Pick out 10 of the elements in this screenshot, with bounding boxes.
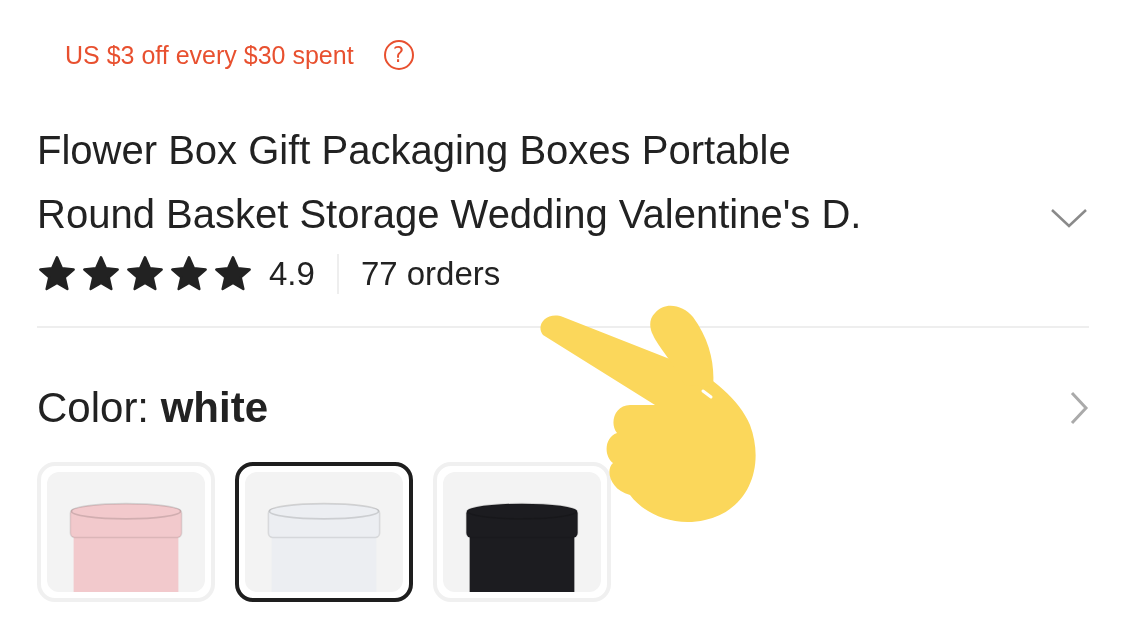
product-title: Flower Box Gift Packaging Boxes Portable xyxy=(37,127,792,174)
rating-score: 4.9 xyxy=(269,255,315,293)
chevron-right-icon[interactable] xyxy=(1069,390,1089,426)
product-title: Round Basket Storage Wedding Valentine's D. xyxy=(37,191,863,238)
promo-text: US $3 off every $30 spent xyxy=(65,40,354,70)
chevron-down-icon[interactable] xyxy=(1049,206,1089,230)
help-icon[interactable]: ? xyxy=(383,40,414,70)
orders-count: 77 orders xyxy=(360,255,501,293)
color-option[interactable] xyxy=(235,462,413,602)
color-label: Color: white xyxy=(37,384,269,432)
